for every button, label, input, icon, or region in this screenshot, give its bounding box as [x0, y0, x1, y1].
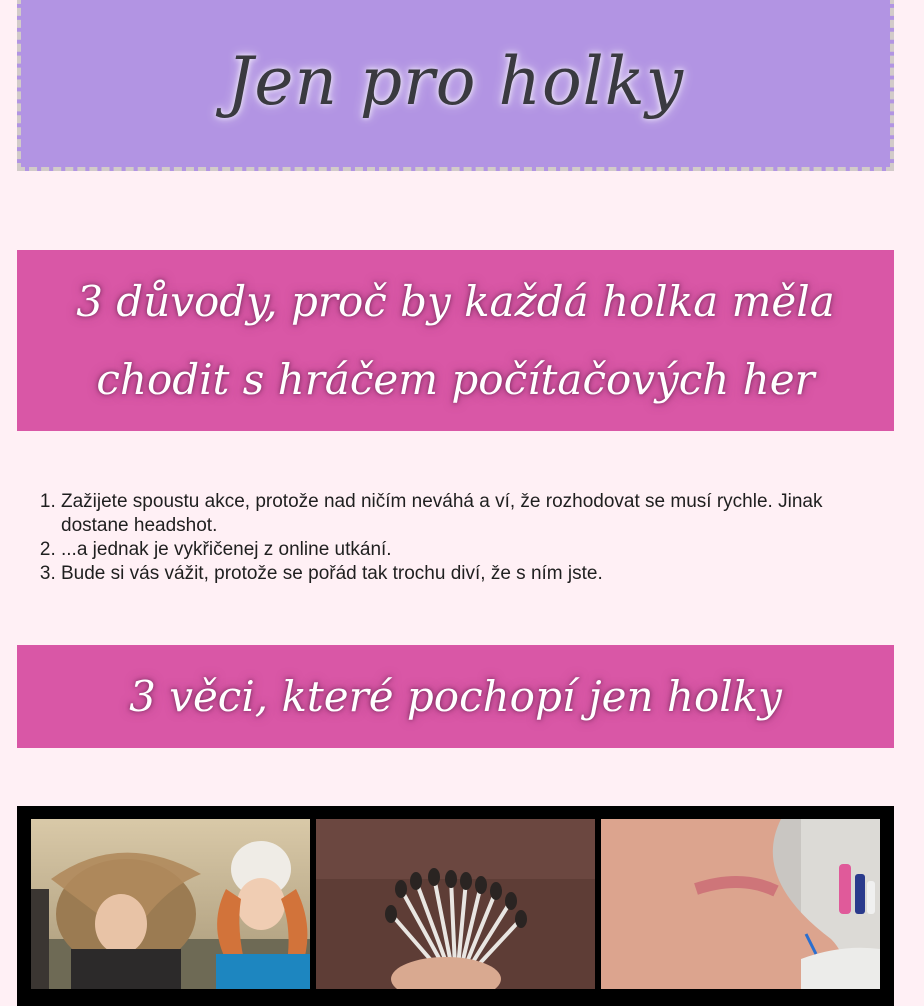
list-item: Bude si vás vážit, protože se pořád tak … — [61, 562, 894, 586]
site-title: Jen pro holky — [226, 43, 685, 120]
section-heading-things: 3 věci, které pochopí jen holky — [129, 671, 782, 721]
reasons-list: Zažijete spoustu akce, protože nad ničím… — [17, 490, 894, 586]
shoulder-mark-image — [601, 819, 880, 989]
bra-strap-mark-photo[interactable] — [601, 819, 880, 989]
burnt-cotton-swabs-photo[interactable] — [316, 819, 595, 989]
cotton-swabs-image — [316, 819, 595, 989]
windy-hair-image — [31, 819, 310, 989]
section-banner-reasons: 3 důvody, proč by každá holka měla chodi… — [17, 250, 894, 431]
section-heading-reasons: 3 důvody, proč by každá holka měla chodi… — [76, 276, 835, 404]
list-item: Zažijete spoustu akce, protože nad ničím… — [61, 490, 894, 538]
windy-hair-photo[interactable] — [31, 819, 310, 989]
site-header: Jen pro holky — [17, 0, 894, 171]
photo-gallery — [17, 806, 894, 1006]
section-banner-things: 3 věci, které pochopí jen holky — [17, 645, 894, 748]
list-item: ...a jednak je vykřičenej z online utkán… — [61, 538, 894, 562]
